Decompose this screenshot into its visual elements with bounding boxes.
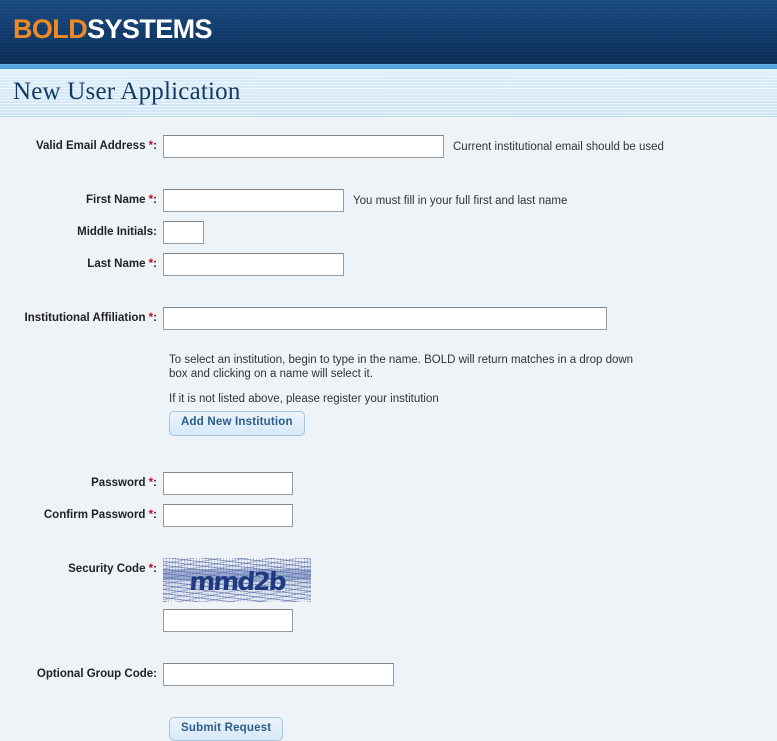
- field-row-middle-initials: Middle Initials:: [0, 221, 777, 244]
- page-title-band: New User Application: [0, 69, 777, 117]
- last-name-label: Last Name *:: [0, 253, 163, 271]
- password-label: Password *:: [0, 472, 163, 490]
- last-name-field-group: [163, 253, 344, 276]
- group-code-label-text: Optional Group Code: [37, 668, 153, 680]
- confirm-password-label: Confirm Password *:: [0, 504, 163, 522]
- label-colon: :: [153, 563, 157, 575]
- email-input[interactable]: [163, 135, 444, 158]
- email-label: Valid Email Address *:: [0, 135, 163, 153]
- spacer: [0, 285, 777, 307]
- middle-initials-label-text: Middle Initials: [77, 226, 153, 238]
- submit-row: Submit Request: [169, 717, 639, 741]
- captcha-image: mmd2b: [163, 558, 311, 602]
- bold-systems-logo[interactable]: BOLDSYSTEMS: [13, 16, 212, 43]
- last-name-label-text: Last Name: [87, 258, 145, 270]
- middle-initials-label: Middle Initials:: [0, 221, 163, 239]
- institution-help-line2: If it is not listed above, please regist…: [169, 392, 639, 406]
- institution-label: Institutional Affiliation *:: [0, 307, 163, 325]
- group-code-label: Optional Group Code:: [0, 663, 163, 681]
- label-colon: :: [153, 226, 157, 238]
- security-code-label: Security Code *:: [0, 558, 163, 576]
- label-colon: :: [153, 477, 157, 489]
- password-input[interactable]: [163, 472, 293, 495]
- submit-request-button[interactable]: Submit Request: [169, 717, 283, 741]
- password-label-text: Password: [91, 477, 145, 489]
- label-colon: :: [153, 668, 157, 680]
- security-code-field-group: mmd2b: [163, 558, 311, 632]
- confirm-password-field-group: [163, 504, 293, 527]
- captcha-code-text: mmd2b: [163, 569, 311, 594]
- spacer: [0, 339, 777, 353]
- label-colon: :: [153, 258, 157, 270]
- middle-initials-input[interactable]: [163, 221, 204, 244]
- spacer: [0, 436, 777, 458]
- add-new-institution-button[interactable]: Add New Institution: [169, 411, 305, 436]
- field-row-password: Password *:: [0, 472, 777, 495]
- spacer: [163, 602, 311, 609]
- institution-label-text: Institutional Affiliation: [25, 312, 146, 324]
- last-name-input[interactable]: [163, 253, 344, 276]
- field-row-email: Valid Email Address *: Current instituti…: [0, 135, 777, 158]
- field-row-group-code: Optional Group Code:: [0, 663, 777, 686]
- page-title: New User Application: [13, 78, 241, 106]
- field-row-last-name: Last Name *:: [0, 253, 777, 276]
- spacer: [0, 695, 777, 717]
- spacer: [0, 458, 777, 472]
- institution-help-line1: To select an institution, begin to type …: [169, 353, 639, 381]
- new-user-application-form: Valid Email Address *: Current instituti…: [0, 117, 777, 741]
- site-header: BOLDSYSTEMS: [0, 0, 777, 64]
- logo-systems-text: SYSTEMS: [87, 14, 212, 44]
- label-colon: :: [153, 312, 157, 324]
- confirm-password-input[interactable]: [163, 504, 293, 527]
- first-name-field-group: You must fill in your full first and las…: [163, 189, 567, 212]
- group-code-input[interactable]: [163, 663, 394, 686]
- field-row-security-code: Security Code *: mmd2b: [0, 558, 777, 632]
- email-label-text: Valid Email Address: [36, 140, 146, 152]
- first-name-input[interactable]: [163, 189, 344, 212]
- spacer: [0, 167, 777, 189]
- group-code-field-group: [163, 663, 394, 686]
- logo-bold-text: BOLD: [13, 14, 87, 44]
- first-name-hint: You must fill in your full first and las…: [353, 195, 567, 207]
- spacer: [0, 641, 777, 663]
- confirm-password-label-text: Confirm Password: [44, 509, 146, 521]
- institution-field-group: [163, 307, 607, 330]
- label-colon: :: [153, 194, 157, 206]
- first-name-label-text: First Name: [86, 194, 145, 206]
- email-field-group: Current institutional email should be us…: [163, 135, 664, 158]
- field-row-first-name: First Name *: You must fill in your full…: [0, 189, 777, 212]
- first-name-label: First Name *:: [0, 189, 163, 207]
- field-row-institution: Institutional Affiliation *:: [0, 307, 777, 330]
- label-colon: :: [153, 509, 157, 521]
- email-hint: Current institutional email should be us…: [453, 141, 664, 153]
- middle-initials-field-group: [163, 221, 204, 244]
- security-code-label-text: Security Code: [68, 563, 145, 575]
- password-field-group: [163, 472, 293, 495]
- field-row-confirm-password: Confirm Password *:: [0, 504, 777, 527]
- spacer: [0, 536, 777, 558]
- institution-help-block: To select an institution, begin to type …: [169, 353, 639, 436]
- label-colon: :: [153, 140, 157, 152]
- security-code-input[interactable]: [163, 609, 293, 632]
- institution-input[interactable]: [163, 307, 607, 330]
